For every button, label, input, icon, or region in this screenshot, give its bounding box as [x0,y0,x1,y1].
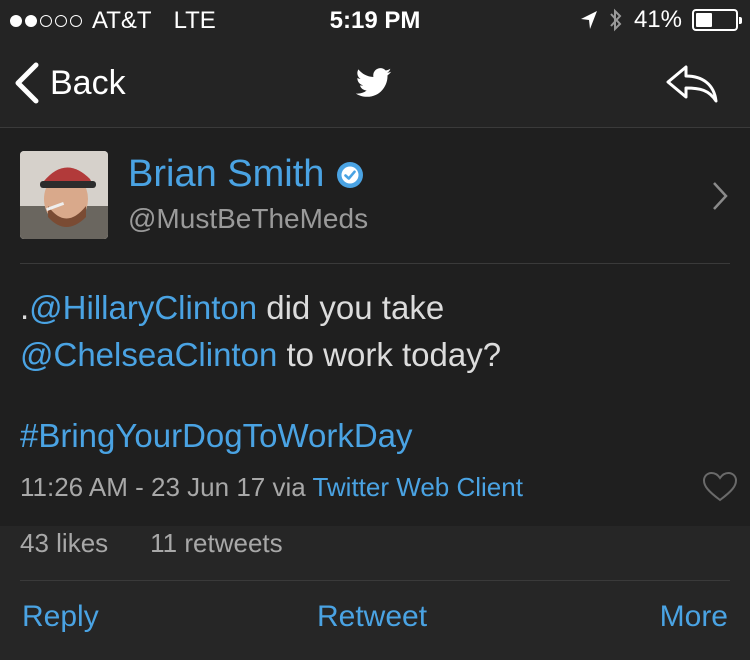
avatar[interactable] [20,151,108,239]
status-right: 41% [580,6,742,34]
status-bar: AT&T LTE 5:19 PM 41% [0,0,750,40]
reply-button[interactable]: Reply [22,600,99,634]
tweet-metadata: 11:26 AM - 23 Jun 17 via Twitter Web Cli… [20,472,523,503]
client-link[interactable]: Twitter Web Client [312,472,522,502]
navigation-bar: Back [0,40,750,128]
divider [20,263,730,264]
battery-fill [696,13,712,27]
more-button[interactable]: More [660,600,728,634]
divider [20,580,730,581]
tweet-text-segment: did you take [257,289,445,326]
location-arrow-icon [580,11,597,29]
battery-percent: 41% [633,6,682,33]
bluetooth-icon [610,8,622,32]
mention-link[interactable]: @ChelseaClinton [20,336,277,373]
mention-link[interactable]: @HillaryClinton [29,289,257,326]
chevron-right-icon[interactable] [712,181,728,211]
reply-arrow-icon[interactable] [664,64,720,104]
verified-badge-icon [337,161,364,188]
back-button[interactable]: Back [14,62,126,104]
likes-count[interactable]: 43 likes [20,528,108,559]
tweet-text-prefix: . [20,289,30,326]
author-name-text: Brian Smith [128,153,325,195]
avatar-photo [20,151,108,239]
author-header[interactable]: Brian Smith @MustBeTheMeds [20,151,730,261]
action-bar: Reply Retweet More [0,600,750,650]
battery-icon [692,9,742,31]
author-name[interactable]: Brian Smith [128,153,364,196]
tweet-text-segment: to work today? [277,336,502,373]
battery-tip [739,17,742,24]
stats-and-actions: 43 likes 11 retweets Reply Retweet More [0,526,750,660]
back-label: Back [50,63,126,102]
tweet-detail: Brian Smith @MustBeTheMeds .@HillaryClin… [0,129,750,660]
retweet-button[interactable]: Retweet [317,600,427,634]
tweet-timestamp: 11:26 AM - 23 Jun 17 via [20,472,313,502]
author-handle: @MustBeTheMeds [128,203,369,234]
tweet-text: .@HillaryClinton did you take @ChelseaCli… [20,284,730,378]
twitter-bird-icon [356,68,392,97]
hashtag-link[interactable]: #BringYourDogToWorkDay [20,417,413,455]
chevron-left-icon [15,62,39,104]
retweets-count[interactable]: 11 retweets [150,528,282,559]
like-heart-icon[interactable] [702,471,738,503]
tweet-stats: 43 likes 11 retweets [20,528,283,559]
